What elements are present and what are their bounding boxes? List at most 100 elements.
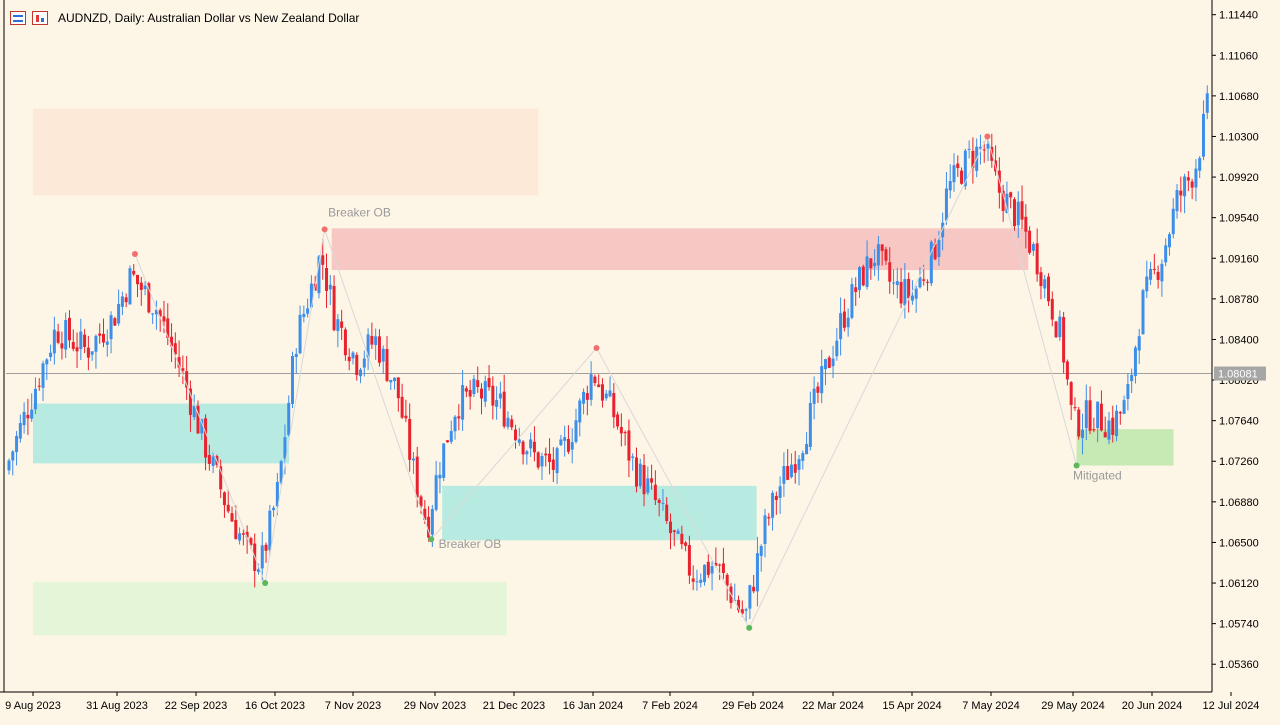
swing-low-marker	[262, 580, 269, 587]
candle	[850, 277, 854, 320]
candle-body	[124, 297, 128, 303]
candle-body	[1043, 279, 1047, 289]
candle-body	[1035, 243, 1039, 275]
candle-body	[94, 335, 98, 352]
candle-body	[638, 463, 642, 487]
candle	[578, 398, 582, 437]
candle	[272, 505, 276, 517]
candle-body	[336, 319, 340, 332]
candle	[1099, 390, 1103, 432]
candle	[502, 374, 506, 429]
candle-body	[468, 389, 472, 397]
candle-body	[377, 336, 381, 363]
candle-body	[1016, 201, 1020, 226]
candle-body	[608, 390, 612, 397]
candle-body	[793, 464, 797, 473]
candle	[907, 272, 911, 313]
candle-body	[646, 478, 650, 493]
candle	[899, 268, 903, 309]
candle	[457, 404, 461, 431]
candle-body	[75, 347, 79, 352]
candle-body	[593, 376, 597, 384]
candle-body	[812, 388, 816, 404]
candle-body	[264, 544, 268, 551]
chart-window-icon[interactable]	[10, 11, 26, 25]
candle-body	[381, 348, 385, 362]
candle	[861, 264, 865, 287]
candle-body	[325, 267, 329, 291]
candle-body	[18, 423, 22, 439]
candle-body	[1205, 93, 1209, 113]
candle	[117, 289, 121, 326]
candle-body	[789, 464, 793, 478]
candle	[566, 425, 570, 455]
candle-body	[1039, 272, 1043, 287]
candle-body	[1137, 336, 1141, 351]
candle	[128, 265, 132, 305]
candle-body	[457, 416, 461, 419]
candle	[687, 535, 691, 584]
candle-body	[502, 391, 506, 427]
x-tick-label: 12 Jul 2024	[1203, 700, 1260, 712]
price-chart[interactable]: Breaker OB Breaker OB Mitigated 1.11440 1.11…	[0, 0, 1280, 720]
candle	[767, 513, 771, 526]
candle	[105, 329, 109, 357]
candle	[306, 298, 310, 318]
bar-chart-icon[interactable]	[32, 11, 48, 25]
candle-body	[30, 409, 34, 419]
candle-body	[1077, 409, 1081, 437]
bearish-ob-zone-1	[33, 108, 539, 196]
y-tick-label: 1.10680	[1219, 91, 1259, 103]
candle	[238, 527, 242, 545]
candle	[903, 263, 907, 319]
candle	[302, 305, 306, 323]
candle-body	[835, 340, 839, 357]
candle	[1115, 404, 1119, 442]
candle-body	[260, 545, 264, 569]
candle	[294, 348, 298, 374]
candle	[75, 332, 79, 368]
candle	[623, 430, 627, 446]
candle-body	[1126, 384, 1130, 399]
candle	[699, 573, 703, 588]
candle	[1122, 395, 1126, 415]
candle	[374, 328, 378, 360]
candle	[1103, 416, 1107, 438]
chart-area[interactable]: Breaker OB Breaker OB Mitigated 1.11440 1.11…	[0, 0, 1280, 720]
candle-body	[899, 281, 903, 304]
candle-body	[956, 163, 960, 169]
candle	[109, 311, 113, 354]
candle-body	[445, 440, 449, 443]
candle	[835, 327, 839, 361]
candle	[11, 450, 15, 476]
y-tick-label: 1.07640	[1219, 416, 1259, 428]
y-tick-label: 1.07260	[1219, 456, 1259, 468]
candle-body	[627, 430, 631, 461]
candle	[971, 137, 975, 184]
candle	[1141, 288, 1145, 335]
candle-body	[1047, 276, 1050, 302]
candle-body	[910, 295, 914, 301]
candle-body	[109, 315, 113, 340]
candle-body	[1186, 177, 1190, 181]
candle	[574, 408, 578, 444]
candle	[1156, 265, 1160, 289]
candle	[858, 265, 861, 299]
candle-body	[64, 320, 68, 350]
candle-body	[464, 388, 468, 392]
candle	[113, 316, 117, 326]
candle-body	[619, 427, 623, 434]
candle-body	[823, 359, 827, 370]
breaker-zone-bottom	[442, 485, 757, 541]
candle	[532, 426, 536, 462]
candle-body	[797, 459, 801, 470]
candle	[653, 470, 657, 506]
candle	[79, 318, 83, 361]
candle	[86, 335, 90, 371]
candle-body	[272, 507, 276, 511]
candle-body	[986, 143, 990, 149]
candle-body	[328, 284, 332, 290]
candle-body	[691, 578, 695, 582]
candle-body	[483, 381, 487, 402]
candle-body	[453, 416, 457, 432]
